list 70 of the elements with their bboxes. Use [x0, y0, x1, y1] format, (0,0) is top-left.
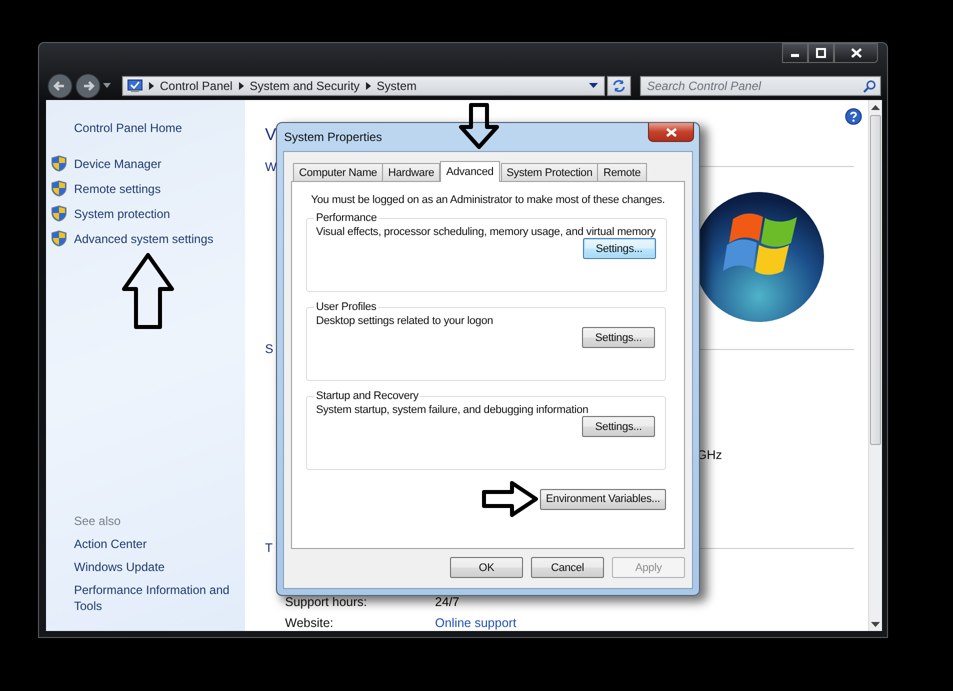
- dialog-button[interactable]: OK: [450, 557, 523, 578]
- chevron-icon: [238, 82, 244, 90]
- support-label: Support hours:: [285, 595, 368, 610]
- maximize-button[interactable]: [808, 43, 834, 63]
- section-heading: W: [265, 160, 277, 174]
- breadcrumb[interactable]: System: [376, 79, 417, 93]
- chevron-icon: [366, 82, 371, 90]
- tab[interactable]: Hardware: [382, 163, 440, 181]
- breadcrumb[interactable]: System and Security: [250, 79, 360, 93]
- back-icon[interactable]: [47, 73, 73, 99]
- group-description: Desktop settings related to your logon: [316, 315, 494, 327]
- forward-icon[interactable]: [75, 73, 101, 99]
- right-arrow-drawing: [482, 481, 538, 517]
- tab[interactable]: Advanced: [440, 161, 500, 182]
- scrollbar[interactable]: [868, 100, 882, 631]
- close-icon: [666, 128, 676, 136]
- group-title: User Profiles: [315, 301, 378, 313]
- refresh-button[interactable]: [607, 76, 631, 96]
- sidebar-link[interactable]: Advanced system settings: [74, 230, 214, 246]
- dialog-button[interactable]: Cancel: [531, 557, 604, 578]
- sidebar-link[interactable]: System protection: [74, 206, 170, 222]
- dialog-title: System Properties: [284, 130, 382, 144]
- scroll-up-icon[interactable]: [871, 105, 880, 111]
- support-link[interactable]: Online support: [435, 616, 516, 631]
- search-field[interactable]: Search Control Panel: [640, 76, 881, 96]
- notice-text: You must be logged on as an Administrator to make most of these changes.: [311, 194, 666, 206]
- refresh-icon: [612, 79, 626, 93]
- chevron-icon: [148, 82, 154, 90]
- scroll-down-icon[interactable]: [871, 622, 880, 628]
- page-heading: V: [265, 124, 276, 146]
- shield-icon: [51, 230, 67, 247]
- shield-icon: [51, 180, 67, 197]
- address-bar[interactable]: Control Panel System and Security System: [122, 76, 606, 96]
- tab[interactable]: Computer Name: [293, 163, 384, 181]
- maximize-icon: [816, 48, 826, 58]
- shield-icon: [51, 205, 67, 222]
- help-icon[interactable]: [845, 108, 862, 125]
- down-arrow-drawing: [459, 103, 499, 149]
- settings-button[interactable]: Settings...: [582, 416, 655, 437]
- control-panel-icon: [126, 79, 143, 93]
- group-title: Startup and Recovery: [315, 390, 420, 402]
- sidebar-link[interactable]: Performance Information and Tools: [74, 582, 239, 614]
- dropdown-icon[interactable]: [589, 83, 598, 89]
- tab[interactable]: System Protection: [500, 163, 598, 181]
- settings-button[interactable]: Settings...: [582, 238, 656, 259]
- shield-icon: [51, 155, 67, 172]
- group-title: Performance: [315, 212, 378, 224]
- sidebar-link[interactable]: Action Center: [74, 536, 239, 552]
- search-icon: [863, 80, 876, 93]
- support-label: Website:: [285, 616, 334, 631]
- scroll-thumb[interactable]: [870, 115, 881, 445]
- group-description: Visual effects, processor scheduling, memory usage, and virtual memory: [316, 226, 656, 238]
- environment-variables-button[interactable]: Environment Variables...: [540, 488, 666, 510]
- group-description: System startup, system failure, and debugging information: [316, 404, 590, 416]
- support-value: 24/7: [435, 595, 460, 610]
- sidebar-link[interactable]: Device Manager: [74, 156, 162, 172]
- close-button[interactable]: [648, 123, 694, 142]
- tab[interactable]: Remote: [597, 163, 647, 181]
- breadcrumb[interactable]: Control Panel: [160, 79, 233, 93]
- section-heading: S: [265, 342, 274, 356]
- sidebar-link[interactable]: Windows Update: [74, 559, 239, 575]
- minimize-button[interactable]: [782, 43, 808, 63]
- see-also-label: See also: [74, 513, 122, 529]
- sidebar-link[interactable]: Remote settings: [74, 180, 161, 196]
- close-button[interactable]: [834, 43, 878, 63]
- close-icon: [850, 48, 862, 58]
- dropdown-icon[interactable]: [103, 83, 111, 89]
- section-heading: T: [265, 541, 273, 556]
- sidebar-link[interactable]: Control Panel Home: [74, 120, 245, 136]
- settings-button[interactable]: Settings...: [582, 327, 655, 348]
